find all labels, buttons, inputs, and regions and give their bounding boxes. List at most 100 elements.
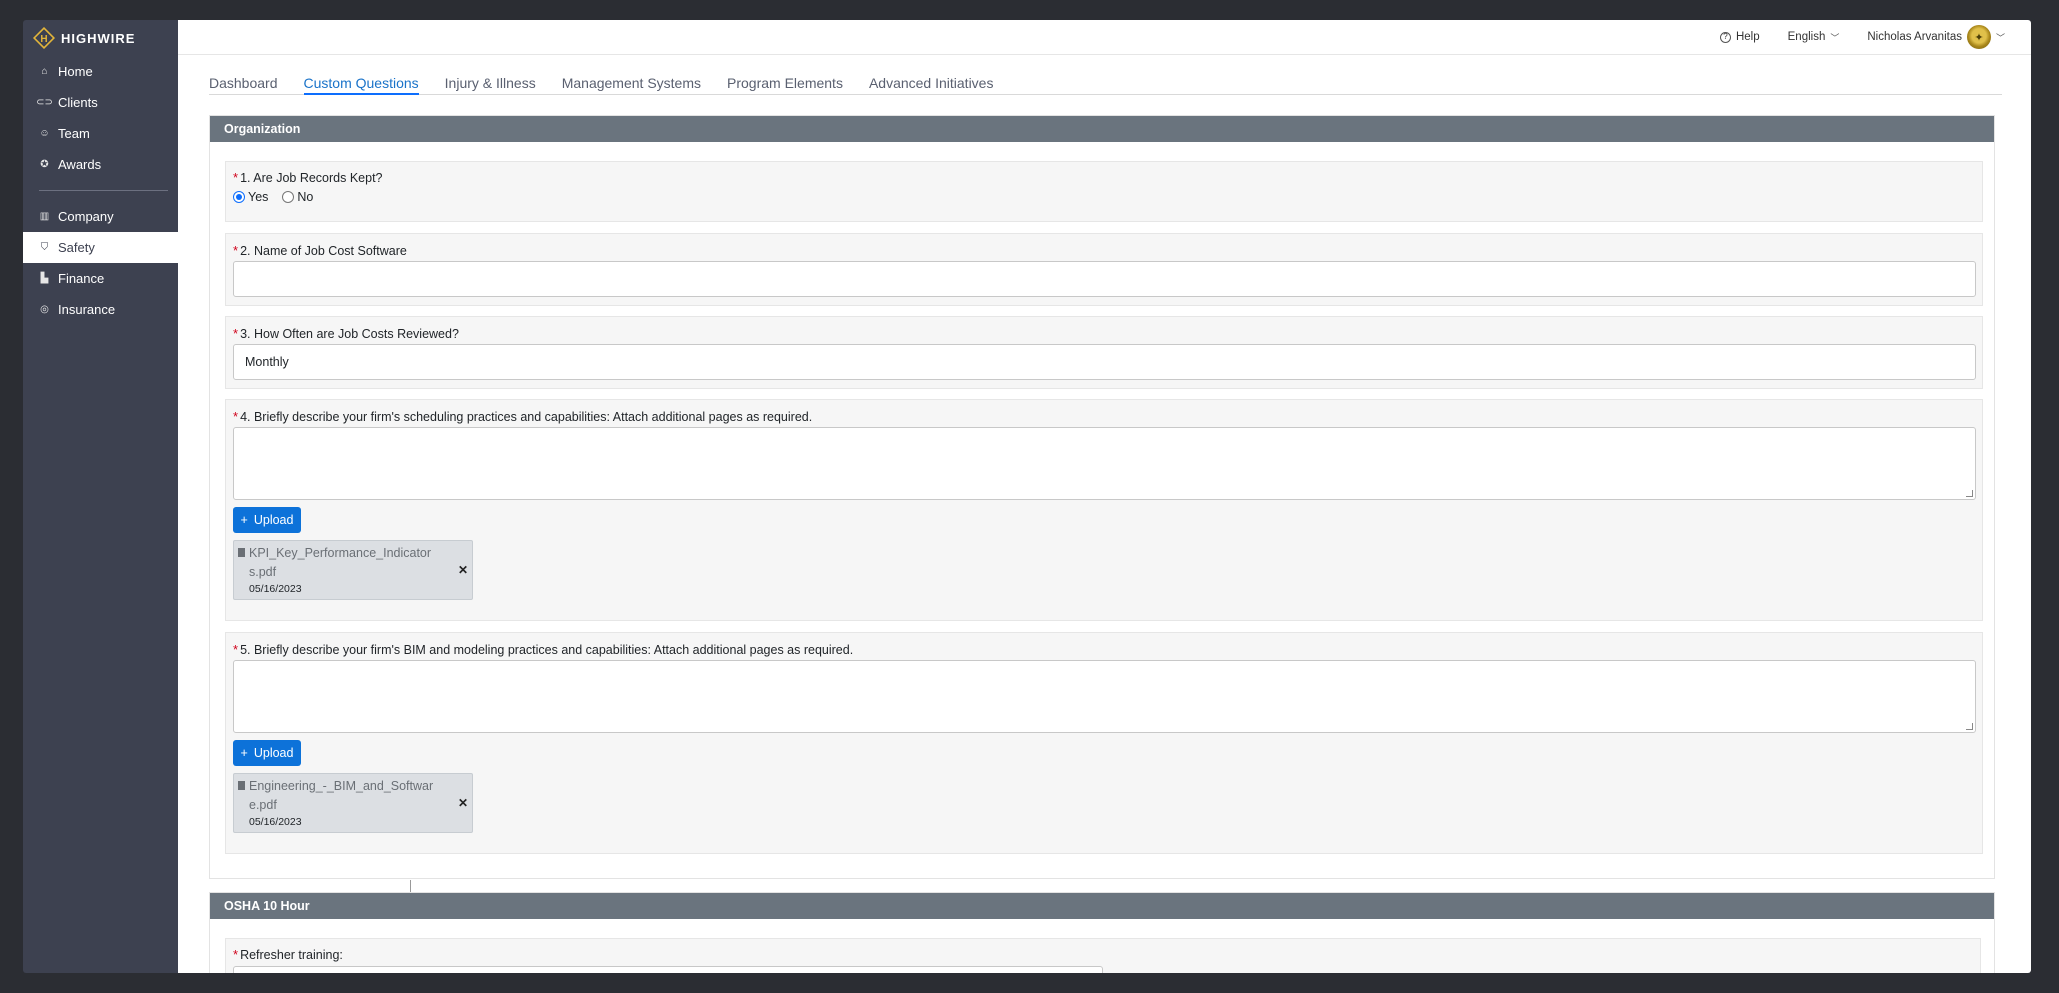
- question-text: Refresher training:: [240, 948, 343, 962]
- upload-label: Upload: [253, 746, 294, 760]
- remove-file-icon[interactable]: ✕: [458, 796, 468, 810]
- language-label: English: [1787, 31, 1826, 43]
- question-label: * Refresher training:: [233, 947, 343, 962]
- sidebar-item-label: Safety: [58, 240, 95, 255]
- tab-bar: Dashboard Custom Questions Injury & Illn…: [209, 75, 2002, 95]
- brand-logo[interactable]: H HIGHWIRE: [23, 20, 178, 56]
- language-select[interactable]: English ﹀: [1788, 31, 1840, 44]
- job-cost-software-input[interactable]: [233, 261, 1976, 297]
- required-marker: *: [233, 642, 239, 657]
- question-label: * 4. Briefly describe your firm's schedul…: [233, 409, 812, 424]
- sidebar-nav-secondary: ▥ Company ⛉ Safety ▙ Finance ◎ Insurance: [23, 201, 178, 325]
- chevron-down-icon: ﹀: [1830, 32, 1840, 43]
- home-icon: ⌂: [41, 66, 48, 77]
- sidebar-divider: [39, 190, 168, 191]
- sidebar-item-label: Awards: [58, 157, 102, 172]
- sidebar: H HIGHWIRE ⌂ Home ⊂⊃ Clients ☺ Team ✪ Awards…: [23, 20, 178, 973]
- plus-icon: +: [240, 746, 248, 760]
- sidebar-item-clients[interactable]: ⊂⊃ Clients: [23, 87, 178, 118]
- question-5: * 5. Briefly describe your firm's BIM and…: [225, 632, 1983, 854]
- avatar: ✦: [1966, 25, 1991, 49]
- question-3: * 3. How Often are Job Costs Reviewed? Mo…: [225, 316, 1983, 389]
- remove-file-icon[interactable]: ✕: [458, 563, 468, 577]
- sidebar-item-awards[interactable]: ✪ Awards: [23, 149, 178, 180]
- required-marker: *: [233, 326, 239, 341]
- required-marker: *: [233, 409, 239, 424]
- question-label: * 1. Are Job Records Kept?: [233, 170, 383, 185]
- question-text: 4. Briefly describe your firm's scheduli…: [240, 410, 813, 424]
- attached-file: Engineering_-_BIM_and_Software.pdf 05/16…: [233, 773, 473, 833]
- user-menu[interactable]: Nicholas Arvanitas ✦ ﹀: [1867, 25, 2005, 49]
- building-icon: ▥: [39, 211, 50, 222]
- help-label: Help: [1735, 31, 1760, 43]
- radio-no-label: No: [297, 190, 314, 204]
- chart-icon: ▙: [40, 273, 49, 284]
- required-marker: *: [233, 947, 239, 962]
- tab-management-systems[interactable]: Management Systems: [562, 75, 701, 95]
- sidebar-item-finance[interactable]: ▙ Finance: [23, 263, 178, 294]
- radio-yes-label: Yes: [248, 190, 269, 204]
- attached-file: KPI_Key_Performance_Indicators.pdf 05/16…: [233, 540, 473, 600]
- sidebar-item-label: Clients: [58, 95, 98, 110]
- section-title: Organization: [210, 116, 1994, 142]
- section-osha-10-hour: OSHA 10 Hour * Refresher training:: [209, 892, 1995, 973]
- radio-yes[interactable]: Yes: [233, 190, 268, 204]
- tab-injury-illness[interactable]: Injury & Illness: [445, 75, 536, 95]
- bim-practices-textarea[interactable]: [233, 660, 1976, 733]
- tab-program-elements[interactable]: Program Elements: [727, 75, 843, 95]
- radio-no[interactable]: No: [282, 190, 313, 204]
- file-name[interactable]: KPI_Key_Performance_Indicators.pdf: [249, 544, 439, 582]
- sidebar-item-company[interactable]: ▥ Company: [23, 201, 178, 232]
- radio-no-indicator[interactable]: [282, 191, 295, 203]
- file-name[interactable]: Engineering_-_BIM_and_Software.pdf: [249, 777, 439, 815]
- brand-name: HIGHWIRE: [61, 30, 136, 46]
- sidebar-item-home[interactable]: ⌂ Home: [23, 56, 178, 87]
- svg-text:H: H: [40, 34, 47, 45]
- question-refresher-training: * Refresher training:: [225, 938, 1981, 973]
- top-bar: ? Help English ﹀ Nicholas Arvanitas ✦ ﹀: [178, 20, 2031, 55]
- sidebar-item-insurance[interactable]: ◎ Insurance: [23, 294, 178, 325]
- help-link[interactable]: ? Help: [1719, 31, 1760, 43]
- sidebar-nav-primary: ⌂ Home ⊂⊃ Clients ☺ Team ✪ Awards: [23, 56, 178, 180]
- file-date: 05/16/2023: [249, 816, 302, 828]
- chevron-down-icon: ﹀: [1995, 32, 2005, 43]
- file-icon: [238, 548, 245, 557]
- required-marker: *: [233, 243, 239, 258]
- question-text: 2. Name of Job Cost Software: [240, 244, 407, 258]
- sidebar-item-team[interactable]: ☺ Team: [23, 118, 178, 149]
- tab-custom-questions[interactable]: Custom Questions: [303, 75, 419, 95]
- plus-icon: +: [240, 513, 248, 527]
- lifebuoy-icon: ◎: [40, 304, 49, 315]
- upload-label: Upload: [253, 513, 294, 527]
- question-text: 5. Briefly describe your firm's BIM and …: [240, 643, 854, 657]
- app-window: H HIGHWIRE ⌂ Home ⊂⊃ Clients ☺ Team ✪ Awards…: [23, 20, 2031, 973]
- question-label: * 3. How Often are Job Costs Reviewed?: [233, 326, 459, 341]
- question-4: * 4. Briefly describe your firm's schedul…: [225, 399, 1983, 621]
- required-marker: *: [233, 170, 239, 185]
- section-organization: Organization * 1. Are Job Records Kept? Y…: [209, 115, 1995, 879]
- sidebar-item-label: Company: [58, 209, 114, 224]
- upload-button[interactable]: + Upload: [233, 507, 301, 533]
- upload-button[interactable]: + Upload: [233, 740, 301, 766]
- radio-yes-indicator[interactable]: [233, 191, 245, 203]
- file-icon: [238, 781, 245, 790]
- scheduling-practices-textarea[interactable]: [233, 427, 1976, 500]
- main-content: ? Help English ﹀ Nicholas Arvanitas ✦ ﹀ …: [178, 20, 2031, 973]
- highwire-logo-icon: H: [33, 27, 55, 49]
- job-cost-review-input[interactable]: Monthly: [233, 344, 1976, 380]
- sidebar-item-label: Home: [58, 64, 93, 79]
- question-label: * 2. Name of Job Cost Software: [233, 243, 407, 258]
- question-text: 1. Are Job Records Kept?: [240, 171, 383, 185]
- question-2: * 2. Name of Job Cost Software: [225, 233, 1983, 306]
- user-name: Nicholas Arvanitas: [1867, 31, 1962, 43]
- award-icon: ✪: [40, 159, 49, 170]
- tab-advanced-initiatives[interactable]: Advanced Initiatives: [869, 75, 994, 95]
- tab-dashboard[interactable]: Dashboard: [209, 75, 278, 95]
- sidebar-item-safety[interactable]: ⛉ Safety: [23, 232, 178, 263]
- question-text: 3. How Often are Job Costs Reviewed?: [240, 327, 459, 341]
- file-date: 05/16/2023: [249, 583, 302, 595]
- refresher-training-input[interactable]: [233, 966, 1103, 973]
- question-1: * 1. Are Job Records Kept? Yes No: [225, 161, 1983, 222]
- sidebar-item-label: Insurance: [58, 302, 116, 317]
- radio-group: Yes No: [233, 190, 313, 204]
